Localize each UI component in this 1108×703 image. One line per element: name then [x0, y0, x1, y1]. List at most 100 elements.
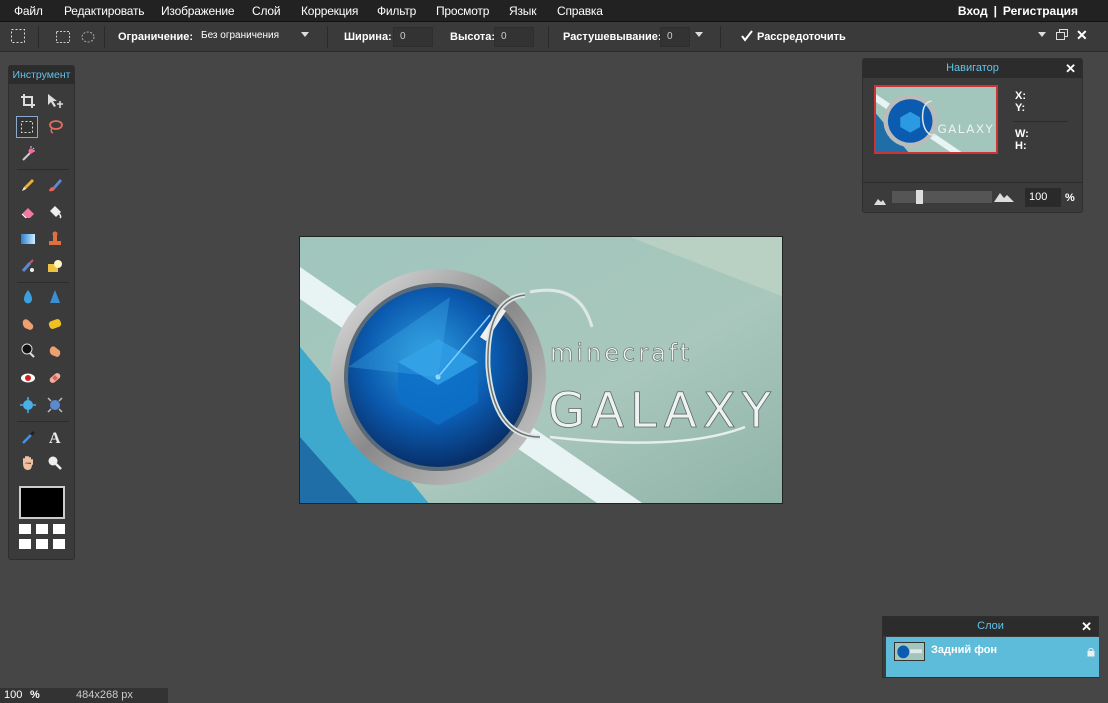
layer-thumbnail — [894, 642, 925, 661]
register-link[interactable]: Регистрация — [1003, 4, 1078, 18]
spot-heal-icon[interactable] — [44, 367, 66, 389]
pencil-tool-icon[interactable] — [17, 174, 39, 196]
magic-wand-icon[interactable] — [17, 143, 39, 165]
canvas-subtitle-text: minecraft — [550, 339, 692, 367]
canvas-image: minecraft GALAXY — [300, 237, 782, 503]
bloat-tool-icon[interactable] — [17, 394, 39, 416]
clone-stamp-icon[interactable] — [44, 228, 66, 250]
navigator-thumbnail[interactable]: GALAXY — [874, 85, 998, 154]
antialias-checkbox[interactable] — [740, 29, 754, 46]
status-image-size: 484x268 px — [76, 689, 133, 701]
tools-divider — [17, 421, 69, 422]
smudge-tool-icon[interactable] — [17, 313, 39, 335]
options-separator — [327, 26, 328, 48]
chevron-down-icon[interactable] — [695, 32, 703, 37]
lock-icon[interactable] — [1087, 646, 1095, 660]
navigator-panel-title: Навигатор ✕ — [863, 59, 1082, 78]
ellipse-select-icon[interactable] — [80, 29, 96, 48]
draw-shape-icon[interactable] — [44, 255, 66, 277]
crop-tool-icon[interactable] — [17, 90, 39, 112]
menu-help[interactable]: Справка — [557, 4, 603, 18]
navigator-title: Навигатор — [946, 62, 999, 74]
menu-layer[interactable]: Слой — [252, 4, 281, 18]
constraint-select[interactable]: Без ограничения — [195, 27, 295, 47]
menu-image[interactable]: Изображение — [161, 4, 235, 18]
feather-label: Растушевывание: — [563, 31, 662, 43]
close-icon[interactable]: ✕ — [1065, 61, 1076, 77]
options-separator — [38, 26, 39, 48]
hand-tool-icon[interactable] — [17, 452, 39, 474]
sponge-tool-icon[interactable] — [44, 313, 66, 335]
w-label: W: — [1015, 128, 1029, 140]
zoom-slider-handle[interactable] — [916, 190, 923, 204]
eraser-tool-icon[interactable] — [17, 201, 39, 223]
antialias-label: Рассредоточить — [757, 31, 846, 43]
layers-panel-title: Слои ✕ — [883, 617, 1098, 636]
brush-tool-icon[interactable] — [44, 174, 66, 196]
marquee-tool-icon[interactable] — [16, 116, 38, 138]
auth-separator: | — [993, 4, 997, 18]
options-separator — [104, 26, 105, 48]
options-separator — [720, 26, 721, 48]
blur-tool-icon[interactable] — [17, 286, 39, 308]
navigator-thumb-text: GALAXY — [937, 122, 994, 136]
chevron-down-icon[interactable] — [301, 32, 309, 37]
navigator-divider — [863, 182, 1082, 183]
dodge-tool-icon[interactable] — [17, 340, 39, 362]
foreground-color-swatch[interactable] — [19, 486, 65, 519]
menubar: Файл Редактировать Изображение Слой Корр… — [0, 0, 1108, 22]
zoom-unit: % — [1065, 192, 1075, 204]
close-icon[interactable]: ✕ — [1076, 27, 1088, 44]
gradient-tool-icon[interactable] — [17, 228, 39, 250]
menu-view[interactable]: Просмотр — [436, 4, 489, 18]
menu-edit[interactable]: Редактировать — [64, 4, 144, 18]
document-canvas[interactable]: minecraft GALAXY — [299, 236, 783, 504]
layers-panel: Слои ✕ Задний фон — [882, 616, 1099, 678]
restore-window-icon[interactable] — [1056, 29, 1068, 44]
layers-title: Слои — [977, 620, 1004, 632]
color-picker-icon[interactable] — [17, 426, 39, 448]
menu-filter[interactable]: Фильтр — [377, 4, 416, 18]
width-input[interactable]: 0 — [393, 27, 433, 47]
paint-bucket-icon[interactable] — [44, 201, 66, 223]
zoom-in-icon[interactable] — [994, 191, 1014, 205]
feather-input[interactable]: 0 — [660, 27, 690, 47]
sharpen-tool-icon[interactable] — [44, 286, 66, 308]
h-label: H: — [1015, 140, 1027, 152]
text-tool-icon[interactable]: A — [44, 426, 66, 448]
close-icon[interactable]: ✕ — [1081, 619, 1092, 635]
swatch-grid-icon[interactable] — [19, 524, 65, 550]
tools-divider — [17, 282, 69, 283]
width-label: Ширина: — [344, 31, 392, 43]
status-bar: 100 % 484x268 px — [0, 688, 168, 703]
login-link[interactable]: Вход — [958, 4, 988, 18]
menu-file[interactable]: Файл — [14, 4, 43, 18]
zoom-input[interactable]: 100 — [1025, 188, 1061, 207]
color-replace-icon[interactable] — [17, 255, 39, 277]
height-input[interactable]: 0 — [494, 27, 534, 47]
menu-language[interactable]: Язык — [509, 4, 536, 18]
layer-item[interactable]: Задний фон — [886, 637, 1099, 677]
marquee-tool-icon[interactable] — [10, 28, 26, 47]
x-label: X: — [1015, 90, 1026, 102]
canvas-title-text: GALAXY — [548, 383, 777, 439]
status-zoom: 100 — [4, 689, 23, 701]
lasso-tool-icon[interactable] — [44, 116, 66, 138]
tools-panel: Инструмент A — [8, 65, 75, 560]
y-label: Y: — [1015, 102, 1026, 114]
coord-divider — [1013, 121, 1068, 122]
menu-adjustments[interactable]: Коррекция — [301, 4, 358, 18]
zoom-slider[interactable] — [892, 191, 992, 203]
zoom-tool-icon[interactable] — [44, 452, 66, 474]
red-eye-icon[interactable] — [17, 367, 39, 389]
zoom-out-icon[interactable] — [874, 194, 886, 208]
status-zoom-unit: % — [30, 689, 40, 701]
panel-menu-chevron-icon[interactable] — [1038, 32, 1046, 37]
options-bar: Ограничение: Без ограничения Ширина: 0 В… — [0, 22, 1108, 52]
burn-tool-icon[interactable] — [44, 340, 66, 362]
move-tool-icon[interactable] — [44, 90, 66, 112]
rect-select-icon[interactable] — [55, 29, 71, 48]
pinch-tool-icon[interactable] — [44, 394, 66, 416]
options-separator — [548, 26, 549, 48]
constraint-label: Ограничение: — [118, 31, 194, 43]
